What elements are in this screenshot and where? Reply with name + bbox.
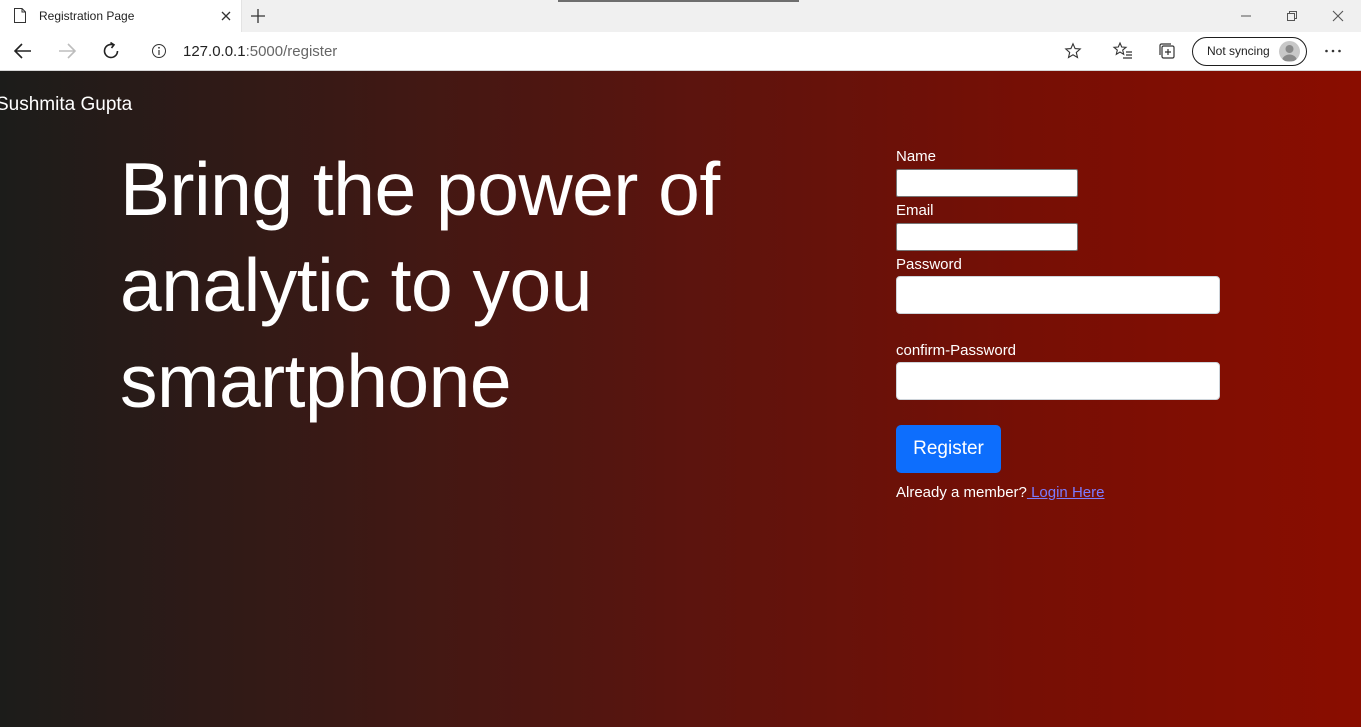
page-icon <box>14 8 26 23</box>
new-tab-icon[interactable] <box>249 7 267 25</box>
refresh-icon[interactable] <box>100 40 122 62</box>
back-icon[interactable] <box>12 40 34 62</box>
favorite-star-icon[interactable] <box>1064 42 1082 60</box>
hero-heading: Bring the power of analytic to you smart… <box>120 141 820 429</box>
avatar <box>1279 41 1300 62</box>
profile-sync-button[interactable]: Not syncing <box>1192 37 1307 66</box>
member-text: Already a member? <box>896 484 1027 501</box>
browser-tab[interactable]: Registration Page <box>0 0 242 32</box>
login-link[interactable]: Login Here <box>1027 484 1104 501</box>
confirm-password-label: confirm-Password <box>896 342 1017 359</box>
hero-line-3: smartphone <box>120 339 512 423</box>
collections-icon[interactable] <box>1156 40 1178 62</box>
window-drag-strip <box>558 0 799 2</box>
email-label: Email <box>896 202 934 219</box>
brand-name: Sushmita Gupta <box>0 94 133 115</box>
url-text[interactable]: 127.0.0.1:5000/register <box>183 43 337 60</box>
browser-toolbar: 127.0.0.1:5000/register Not syncing <box>0 32 1361 71</box>
avatar-person-icon <box>1282 45 1297 61</box>
registration-form: Name Email Password confirm-Password Reg… <box>896 71 1236 531</box>
more-options-icon[interactable] <box>1322 40 1344 62</box>
password-label: Password <box>896 256 962 273</box>
restore-icon[interactable] <box>1284 8 1300 24</box>
info-icon[interactable] <box>151 43 167 59</box>
password-field[interactable] <box>896 276 1220 314</box>
name-label: Name <box>896 148 937 165</box>
register-button[interactable]: Register <box>896 425 1001 473</box>
forward-icon[interactable] <box>56 40 78 62</box>
close-tab-icon[interactable] <box>218 8 234 24</box>
address-bar[interactable]: 127.0.0.1:5000/register <box>140 36 1094 66</box>
email-field[interactable] <box>896 223 1078 251</box>
close-window-icon[interactable] <box>1330 8 1346 24</box>
tab-title: Registration Page <box>39 9 135 23</box>
login-prompt: Already a member? Login Here <box>896 484 1104 501</box>
favorites-icon[interactable] <box>1112 40 1134 62</box>
hero-line-2: analytic to you <box>120 243 592 327</box>
confirm-password-field[interactable] <box>896 362 1220 400</box>
hero-line-1: Bring the power of <box>120 147 720 231</box>
minimize-icon[interactable] <box>1238 8 1254 24</box>
browser-titlebar: Registration Page <box>0 0 1361 32</box>
page-content: Sushmita Gupta Bring the power of analyt… <box>0 71 1361 727</box>
sync-status-label: Not syncing <box>1207 44 1270 58</box>
name-field[interactable] <box>896 169 1078 197</box>
url-host: 127.0.0.1 <box>183 43 246 60</box>
url-path: :5000/register <box>245 43 338 60</box>
